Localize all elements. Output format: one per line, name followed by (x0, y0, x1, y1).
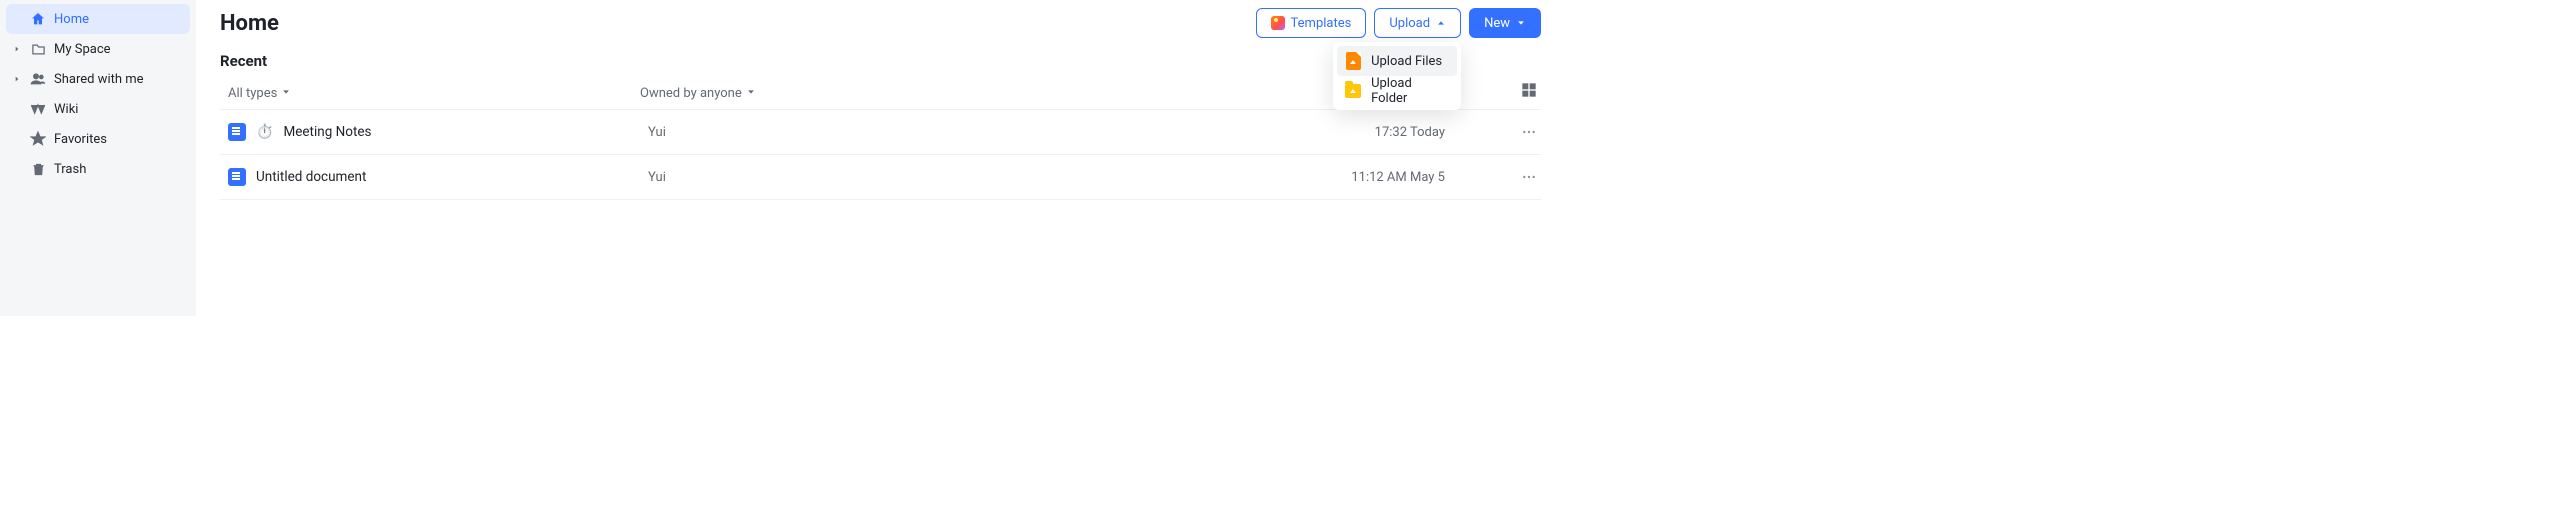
upload-files-item[interactable]: Upload Files (1337, 46, 1457, 76)
sidebar-item-label: Shared with me (54, 73, 144, 86)
sidebar-item-home[interactable]: Home (6, 4, 190, 34)
document-icon (228, 123, 246, 141)
file-name: Meeting Notes (283, 124, 371, 140)
chevron-down-icon (281, 86, 291, 101)
chevron-right-icon (12, 45, 22, 53)
sidebar-item-trash[interactable]: Trash (6, 154, 190, 184)
new-button[interactable]: New (1469, 8, 1541, 38)
file-owner: Yui (648, 170, 778, 185)
home-icon (29, 11, 47, 27)
trash-icon (29, 162, 47, 177)
sidebar: Home My Space Shared with me Wiki Favori… (0, 0, 196, 316)
chevron-up-icon (1436, 18, 1446, 28)
header: Home Templates Upload Upload Files (220, 8, 1541, 38)
sidebar-item-label: My Space (54, 43, 111, 56)
page-title: Home (220, 11, 279, 36)
sidebar-item-label: Trash (54, 163, 86, 176)
file-row[interactable]: Untitled document Yui 11:12 AM May 5 (220, 155, 1541, 200)
chevron-down-icon (1516, 18, 1526, 28)
filter-label: All types (228, 86, 277, 101)
timer-icon: ⏱️ (256, 124, 273, 140)
sidebar-item-my-space[interactable]: My Space (6, 34, 190, 64)
upload-folder-item[interactable]: Upload Folder (1337, 76, 1457, 106)
upload-folder-icon (1345, 83, 1361, 99)
file-row[interactable]: ⏱️ Meeting Notes Yui 17:32 Today (220, 110, 1541, 155)
file-time: 17:32 Today (778, 125, 1505, 140)
filter-owner-dropdown[interactable]: Owned by anyone (640, 86, 756, 101)
sidebar-item-label: Favorites (54, 133, 107, 146)
templates-icon (1271, 16, 1285, 30)
sidebar-item-wiki[interactable]: Wiki (6, 94, 190, 124)
sidebar-item-favorites[interactable]: Favorites (6, 124, 190, 154)
star-icon (29, 131, 47, 147)
upload-file-icon (1345, 53, 1361, 69)
file-owner: Yui (648, 125, 778, 140)
button-label: New (1484, 16, 1510, 31)
sidebar-item-shared[interactable]: Shared with me (6, 64, 190, 94)
sidebar-item-label: Wiki (54, 103, 78, 116)
folder-icon (29, 42, 47, 57)
dropdown-item-label: Upload Folder (1371, 76, 1449, 106)
main-content: Home Templates Upload Upload Files (196, 0, 1565, 316)
chevron-right-icon (12, 75, 22, 83)
dropdown-item-label: Upload Files (1371, 54, 1442, 69)
document-icon (228, 168, 246, 186)
templates-button[interactable]: Templates (1256, 8, 1367, 38)
file-name: Untitled document (256, 169, 366, 185)
chevron-down-icon (746, 86, 756, 101)
grid-view-icon[interactable] (1521, 82, 1537, 102)
more-actions-button[interactable] (1505, 169, 1541, 185)
upload-dropdown: Upload Files Upload Folder (1333, 42, 1461, 110)
file-time: 11:12 AM May 5 (778, 170, 1505, 185)
upload-button[interactable]: Upload (1374, 8, 1461, 38)
button-label: Upload (1389, 16, 1430, 31)
people-icon (29, 71, 47, 87)
sidebar-item-label: Home (54, 13, 89, 26)
filter-type-dropdown[interactable]: All types (228, 86, 291, 101)
filter-label: Owned by anyone (640, 86, 742, 101)
button-label: Templates (1291, 16, 1352, 31)
more-actions-button[interactable] (1505, 124, 1541, 140)
wiki-icon (29, 101, 47, 117)
header-actions: Templates Upload Upload Files Upload Fol… (1256, 8, 1541, 38)
